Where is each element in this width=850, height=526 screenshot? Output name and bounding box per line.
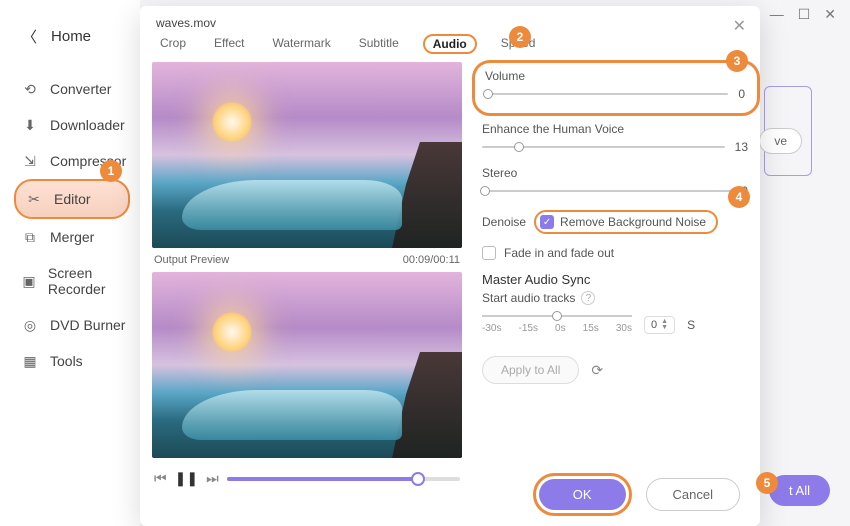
stereo-label: Stereo (482, 166, 517, 180)
home-label: Home (51, 28, 91, 45)
ok-highlight: OK (533, 473, 632, 516)
tick-label: 0s (555, 323, 566, 334)
sync-sub-label: Start audio tracks (482, 291, 575, 305)
editor-dialog: ✕ waves.mov Crop Effect Watermark Subtit… (140, 6, 760, 526)
sidebar-item-label: DVD Burner (50, 317, 125, 333)
enhance-label: Enhance the Human Voice (482, 122, 624, 136)
sidebar: 〈 Home ⟲ Converter ⬇ Downloader ⇲ Compre… (0, 0, 140, 526)
sidebar-item-label: Tools (50, 353, 83, 369)
recorder-icon: ▣ (22, 273, 36, 289)
volume-slider[interactable] (485, 93, 728, 95)
stepper-down-icon[interactable]: ▼ (661, 325, 668, 331)
denoise-highlight: ✓ Remove Background Noise (534, 210, 718, 234)
reset-icon[interactable]: ⟳ (591, 362, 603, 379)
sync-stepper[interactable]: 0 ▲▼ (644, 316, 675, 334)
window-controls: — ☐ ✕ (760, 0, 850, 28)
audio-settings-panel: Volume 0 Enhance the Human Voice 13 Ster… (482, 62, 748, 495)
scissors-icon: ✂ (26, 191, 42, 207)
volume-label: Volume (485, 69, 525, 83)
home-nav[interactable]: 〈 Home (0, 18, 140, 71)
info-icon[interactable]: ? (581, 291, 595, 305)
fade-label: Fade in and fade out (504, 246, 614, 260)
tab-effect[interactable]: Effect (210, 34, 248, 54)
annotation-badge-5: 5 (756, 472, 778, 494)
sidebar-item-label: Converter (50, 81, 111, 97)
grid-icon: ▦ (22, 353, 38, 369)
player-controls: ⏮ ❚❚ ⏭ (152, 462, 462, 495)
enhance-value: 13 (735, 140, 748, 154)
apply-to-all-button[interactable]: Apply to All (482, 356, 579, 384)
sidebar-item-merger[interactable]: ⧉ Merger (0, 219, 140, 255)
sync-unit: S (687, 318, 695, 332)
annotation-badge-1: 1 (100, 160, 122, 182)
tab-crop[interactable]: Crop (156, 34, 190, 54)
ok-button[interactable]: OK (539, 479, 626, 510)
sidebar-item-downloader[interactable]: ⬇ Downloader (0, 107, 140, 143)
sidebar-item-tools[interactable]: ▦ Tools (0, 343, 140, 379)
sidebar-item-editor[interactable]: ✂ Editor (14, 179, 130, 219)
dialog-filename: waves.mov (140, 6, 760, 34)
enhance-slider[interactable] (482, 146, 725, 148)
volume-value: 0 (738, 87, 745, 101)
denoise-option-label: Remove Background Noise (560, 215, 706, 229)
playback-slider[interactable] (227, 477, 460, 481)
preview-column: Output Preview 00:09/00:11 ⏮ ❚❚ ⏭ (152, 62, 462, 495)
dialog-footer: OK Cancel (533, 473, 740, 516)
maximize-icon[interactable]: ☐ (798, 6, 811, 23)
converter-icon: ⟲ (22, 81, 38, 97)
sidebar-item-dvd-burner[interactable]: ◎ DVD Burner (0, 307, 140, 343)
bg-save-button-fragment: ve (759, 128, 802, 154)
tab-audio[interactable]: Audio (423, 34, 477, 54)
disc-icon: ◎ (22, 317, 38, 333)
prev-frame-icon[interactable]: ⏮ (154, 470, 167, 487)
close-icon[interactable]: ✕ (824, 6, 836, 23)
annotation-badge-3: 3 (726, 50, 748, 72)
bg-action-button-fragment: t All (769, 475, 830, 506)
editor-tabs: Crop Effect Watermark Subtitle Audio Spe… (140, 34, 760, 62)
annotation-badge-2: 2 (509, 26, 531, 48)
preview-original (152, 62, 462, 248)
compressor-icon: ⇲ (22, 153, 38, 169)
sidebar-item-label: Editor (54, 191, 91, 207)
fade-checkbox[interactable] (482, 246, 496, 260)
annotation-badge-4: 4 (728, 186, 750, 208)
cancel-button[interactable]: Cancel (646, 478, 740, 511)
sidebar-item-converter[interactable]: ⟲ Converter (0, 71, 140, 107)
denoise-checkbox[interactable]: ✓ (540, 215, 554, 229)
preview-timecode: 00:09/00:11 (403, 254, 460, 266)
download-icon: ⬇ (22, 117, 38, 133)
tick-label: 15s (583, 323, 599, 334)
sidebar-item-label: Merger (50, 229, 94, 245)
dialog-close-icon[interactable]: ✕ (733, 16, 746, 36)
stereo-slider[interactable] (482, 190, 731, 192)
merger-icon: ⧉ (22, 229, 38, 245)
tick-label: 30s (616, 323, 632, 334)
preview-label: Output Preview (154, 254, 229, 266)
sync-slider[interactable] (482, 315, 632, 317)
tick-label: -30s (482, 323, 501, 334)
sidebar-item-label: Screen Recorder (48, 265, 140, 297)
pause-icon[interactable]: ❚❚ (175, 470, 198, 487)
tab-watermark[interactable]: Watermark (268, 34, 334, 54)
back-chevron-icon: 〈 (22, 26, 37, 47)
sidebar-item-screen-recorder[interactable]: ▣ Screen Recorder (0, 255, 140, 307)
volume-highlight: Volume 0 (472, 60, 760, 116)
minimize-icon[interactable]: — (770, 6, 784, 22)
next-frame-icon[interactable]: ⏭ (206, 470, 219, 487)
tab-subtitle[interactable]: Subtitle (355, 34, 403, 54)
denoise-label: Denoise (482, 215, 526, 229)
sync-heading: Master Audio Sync (482, 272, 748, 287)
sync-value: 0 (651, 319, 657, 331)
sidebar-item-label: Downloader (50, 117, 125, 133)
preview-output (152, 272, 462, 458)
tick-label: -15s (519, 323, 538, 334)
